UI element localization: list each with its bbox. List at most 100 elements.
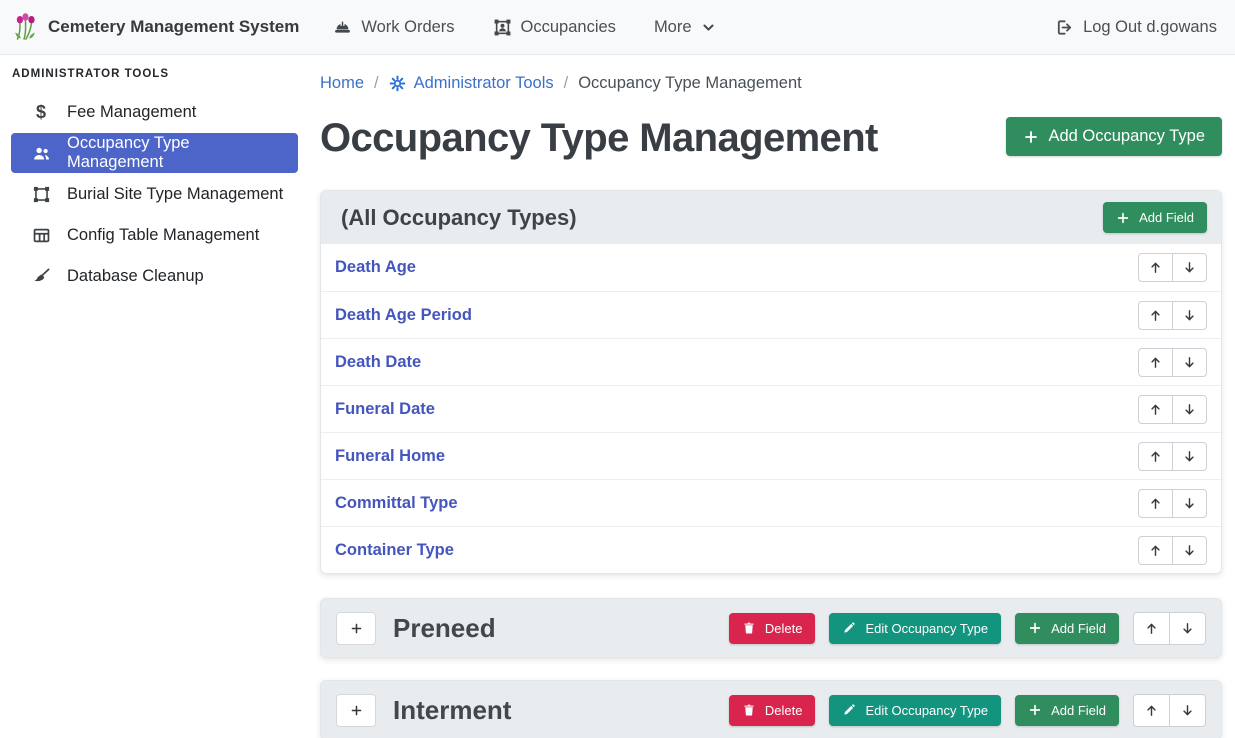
move-down-button[interactable] — [1172, 442, 1207, 471]
hard-hat-icon — [333, 18, 352, 37]
occupancy-type-title: Interment — [393, 695, 511, 726]
add-occupancy-type-button[interactable]: Add Occupancy Type — [1006, 117, 1222, 156]
move-up-button[interactable] — [1133, 694, 1170, 727]
move-down-button[interactable] — [1172, 536, 1207, 565]
title-row: Occupancy Type Management Add Occupancy … — [320, 111, 1222, 165]
logout-button[interactable]: Log Out d.gowans — [1055, 18, 1217, 37]
nav-item-work-orders[interactable]: Work Orders — [333, 18, 454, 37]
nav-item-more[interactable]: More — [654, 18, 716, 37]
breadcrumb-admin-tools-label: Administrator Tools — [414, 71, 554, 95]
edit-occupancy-type-button[interactable]: Edit Occupancy Type — [829, 613, 1001, 644]
add-field-button[interactable]: Add Field — [1103, 202, 1207, 233]
plus-icon — [350, 622, 363, 635]
main-content: Home / Administrator Tools / Occupancy T… — [310, 55, 1235, 738]
field-link-funeral-date[interactable]: Funeral Date — [335, 400, 435, 419]
sidebar-item-fee-management[interactable]: $ Fee Management — [11, 92, 298, 132]
nav-item-occupancies[interactable]: Occupancies — [493, 18, 616, 37]
navbar-menu: Work Orders Occupancies More — [333, 18, 715, 37]
sidebar-item-database-cleanup[interactable]: Database Cleanup — [11, 256, 298, 296]
field-link-death-date[interactable]: Death Date — [335, 353, 421, 372]
reorder-controls — [1138, 489, 1207, 518]
add-field-label: Add Field — [1139, 210, 1194, 225]
move-down-button[interactable] — [1169, 612, 1206, 645]
field-link-funeral-home[interactable]: Funeral Home — [335, 447, 445, 466]
move-up-button[interactable] — [1138, 489, 1173, 518]
page-title: Occupancy Type Management — [320, 111, 878, 165]
sidebar: ADMINISTRATOR TOOLS $ Fee Management Occ… — [0, 55, 310, 738]
expand-button[interactable] — [336, 612, 376, 645]
occupancy-type-panel-preneed: Preneed Delete Edit Occupancy Type Add F… — [320, 598, 1222, 658]
move-down-button[interactable] — [1172, 253, 1207, 282]
type-actions: Delete Edit Occupancy Type Add Field — [729, 694, 1206, 727]
field-row: Container Type — [321, 526, 1221, 573]
panel-title: (All Occupancy Types) — [341, 205, 577, 231]
move-up-button[interactable] — [1138, 395, 1173, 424]
sidebar-item-config-table-management[interactable]: Config Table Management — [11, 215, 298, 255]
all-occupancy-types-panel: (All Occupancy Types) Add Field Death Ag… — [320, 190, 1222, 574]
breadcrumb-admin-tools-link[interactable]: Administrator Tools — [389, 71, 554, 95]
top-navbar: Cemetery Management System Work Orders O… — [0, 0, 1235, 55]
plus-icon — [1116, 211, 1130, 225]
logout-label: Log Out d.gowans — [1083, 18, 1217, 37]
sidebar-item-occupancy-type-management[interactable]: Occupancy Type Management — [11, 133, 298, 173]
move-up-button[interactable] — [1138, 536, 1173, 565]
edit-occupancy-type-button[interactable]: Edit Occupancy Type — [829, 695, 1001, 726]
sign-out-icon — [1055, 18, 1074, 37]
sidebar-item-label: Occupancy Type Management — [67, 134, 288, 172]
field-link-container-type[interactable]: Container Type — [335, 541, 454, 560]
move-up-button[interactable] — [1138, 253, 1173, 282]
reorder-controls — [1138, 348, 1207, 377]
all-occupancy-types-header: (All Occupancy Types) Add Field — [321, 191, 1221, 244]
sidebar-heading: ADMINISTRATOR TOOLS — [0, 55, 310, 92]
field-row: Committal Type — [321, 479, 1221, 526]
users-icon — [30, 144, 52, 163]
type-actions: Delete Edit Occupancy Type Add Field — [729, 612, 1206, 645]
reorder-controls — [1138, 395, 1207, 424]
tulips-logo-icon — [12, 12, 38, 42]
move-up-button[interactable] — [1138, 348, 1173, 377]
move-up-button[interactable] — [1138, 442, 1173, 471]
breadcrumb-home-link[interactable]: Home — [320, 71, 364, 95]
gear-icon — [389, 75, 406, 92]
sidebar-item-label: Fee Management — [67, 103, 196, 122]
brand-title: Cemetery Management System — [48, 17, 299, 37]
reorder-controls — [1138, 253, 1207, 282]
edit-occupancy-type-label: Edit Occupancy Type — [865, 703, 988, 718]
move-down-button[interactable] — [1172, 395, 1207, 424]
move-down-button[interactable] — [1172, 301, 1207, 330]
move-up-button[interactable] — [1138, 301, 1173, 330]
vector-square-icon — [30, 185, 52, 204]
expand-button[interactable] — [336, 694, 376, 727]
add-field-button[interactable]: Add Field — [1015, 613, 1119, 644]
pencil-icon — [842, 703, 856, 717]
move-down-button[interactable] — [1172, 489, 1207, 518]
sidebar-item-label: Config Table Management — [67, 226, 259, 245]
plus-icon — [1023, 129, 1039, 145]
field-link-death-age-period[interactable]: Death Age Period — [335, 306, 472, 325]
navbar-right: Log Out d.gowans — [1055, 18, 1217, 37]
add-field-label: Add Field — [1051, 703, 1106, 718]
move-down-button[interactable] — [1172, 348, 1207, 377]
field-link-death-age[interactable]: Death Age — [335, 258, 416, 277]
delete-button[interactable]: Delete — [729, 695, 816, 726]
broom-icon — [30, 267, 52, 286]
plus-icon — [1028, 621, 1042, 635]
field-row: Funeral Home — [321, 432, 1221, 479]
move-down-button[interactable] — [1169, 694, 1206, 727]
delete-button[interactable]: Delete — [729, 613, 816, 644]
nav-item-label: Occupancies — [521, 18, 616, 37]
reorder-controls — [1138, 536, 1207, 565]
nav-item-label: More — [654, 18, 692, 37]
field-row: Death Age — [321, 244, 1221, 291]
reorder-controls — [1133, 612, 1206, 645]
trash-icon — [742, 703, 756, 717]
field-link-committal-type[interactable]: Committal Type — [335, 494, 458, 513]
add-field-button[interactable]: Add Field — [1015, 695, 1119, 726]
brand[interactable]: Cemetery Management System — [12, 12, 299, 42]
field-row: Death Age Period — [321, 291, 1221, 338]
sidebar-item-burial-site-type-management[interactable]: Burial Site Type Management — [11, 174, 298, 214]
field-row: Funeral Date — [321, 385, 1221, 432]
sidebar-item-label: Burial Site Type Management — [67, 185, 283, 204]
move-up-button[interactable] — [1133, 612, 1170, 645]
add-field-label: Add Field — [1051, 621, 1106, 636]
